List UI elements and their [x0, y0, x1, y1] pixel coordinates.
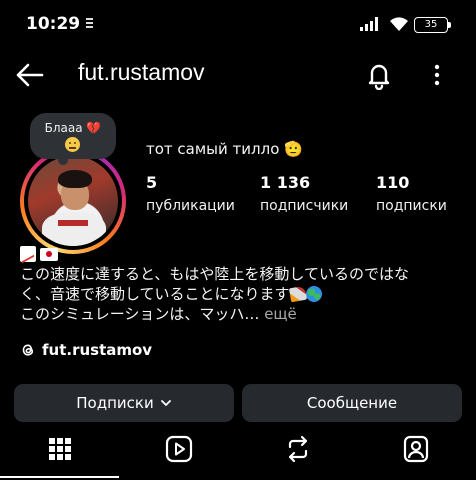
- globe-icon: [305, 286, 322, 302]
- bio-line-2-text: く、音速で移動していることになります: [20, 285, 290, 303]
- tagged-icon[interactable]: [401, 434, 431, 464]
- grid-icon[interactable]: [45, 434, 75, 464]
- note-text: Блааа 💔: [44, 121, 102, 135]
- avatar: [28, 156, 118, 246]
- reels-icon[interactable]: [164, 434, 194, 464]
- profile-content-tabs: [0, 430, 476, 480]
- profile-header: fut.rustamov: [0, 48, 476, 102]
- profile-username-title: fut.rustamov: [78, 59, 205, 85]
- repost-icon[interactable]: [283, 434, 313, 464]
- battery-tip: [448, 22, 451, 28]
- bio-more-link[interactable]: ещё: [264, 305, 297, 323]
- bio-line-3: このシミュレーションは、マッハ… ещё: [20, 304, 460, 324]
- threads-icon: [22, 344, 34, 356]
- profile-display-name: тот самый тилло 🫡: [146, 140, 303, 158]
- smiley-emoji-icon: [65, 137, 80, 152]
- japan-flag-icon: [40, 247, 58, 261]
- status-bar: 10:29 35: [0, 0, 476, 44]
- following-count-value: 110: [376, 173, 410, 192]
- bio-line-2: く、音速で移動していることになります: [20, 284, 460, 304]
- chart-increasing-icon: [20, 246, 36, 262]
- following-count-label: подписки: [376, 198, 447, 214]
- bio-line-1: この速度に達すると、もはや陸上を移動しているのではな: [20, 265, 409, 283]
- following-count[interactable]: 110 подписки: [376, 173, 447, 214]
- followers-count-label: подписчики: [260, 198, 349, 214]
- posts-count[interactable]: 5 публикации: [146, 173, 235, 214]
- threads-link[interactable]: fut.rustamov: [20, 340, 152, 360]
- arrow-left-icon[interactable]: [14, 62, 44, 88]
- vertical-dots-icon[interactable]: [428, 62, 446, 88]
- message-button[interactable]: Сообщение: [242, 384, 462, 422]
- profile-bio: この速度に達すると、もはや陸上を移動しているのではな く、音速で移動していること…: [20, 244, 460, 324]
- avatar-shirt: [42, 212, 106, 246]
- bell-icon[interactable]: [364, 60, 394, 90]
- threads-handle: fut.rustamov: [42, 341, 153, 359]
- wifi-icon: [390, 17, 408, 31]
- battery-indicator: 35: [414, 17, 448, 33]
- notification-dots-icon: [86, 18, 93, 28]
- rocket-icon: [288, 285, 307, 303]
- chevron-down-icon: [160, 400, 171, 406]
- avatar-story-ring[interactable]: [20, 148, 126, 254]
- subscriptions-button[interactable]: Подписки: [14, 384, 234, 422]
- message-button-label: Сообщение: [306, 394, 398, 412]
- avatar-hair: [58, 170, 92, 188]
- active-tab-indicator: [0, 476, 119, 478]
- signal-icon: [360, 17, 378, 31]
- bio-emoji-row: [20, 244, 460, 264]
- posts-count-value: 5: [146, 173, 158, 192]
- followers-count-value: 1 136: [260, 173, 311, 192]
- posts-count-label: публикации: [146, 198, 235, 214]
- avatar-shirt-stripe: [58, 220, 88, 226]
- profile-note-bubble[interactable]: Блааа 💔: [30, 113, 116, 165]
- followers-count[interactable]: 1 136 подписчики: [260, 173, 348, 214]
- status-time: 10:29: [26, 14, 81, 34]
- subscriptions-button-label: Подписки: [76, 394, 154, 412]
- bio-line-3-text: このシミュレーションは、マッハ…: [20, 305, 260, 323]
